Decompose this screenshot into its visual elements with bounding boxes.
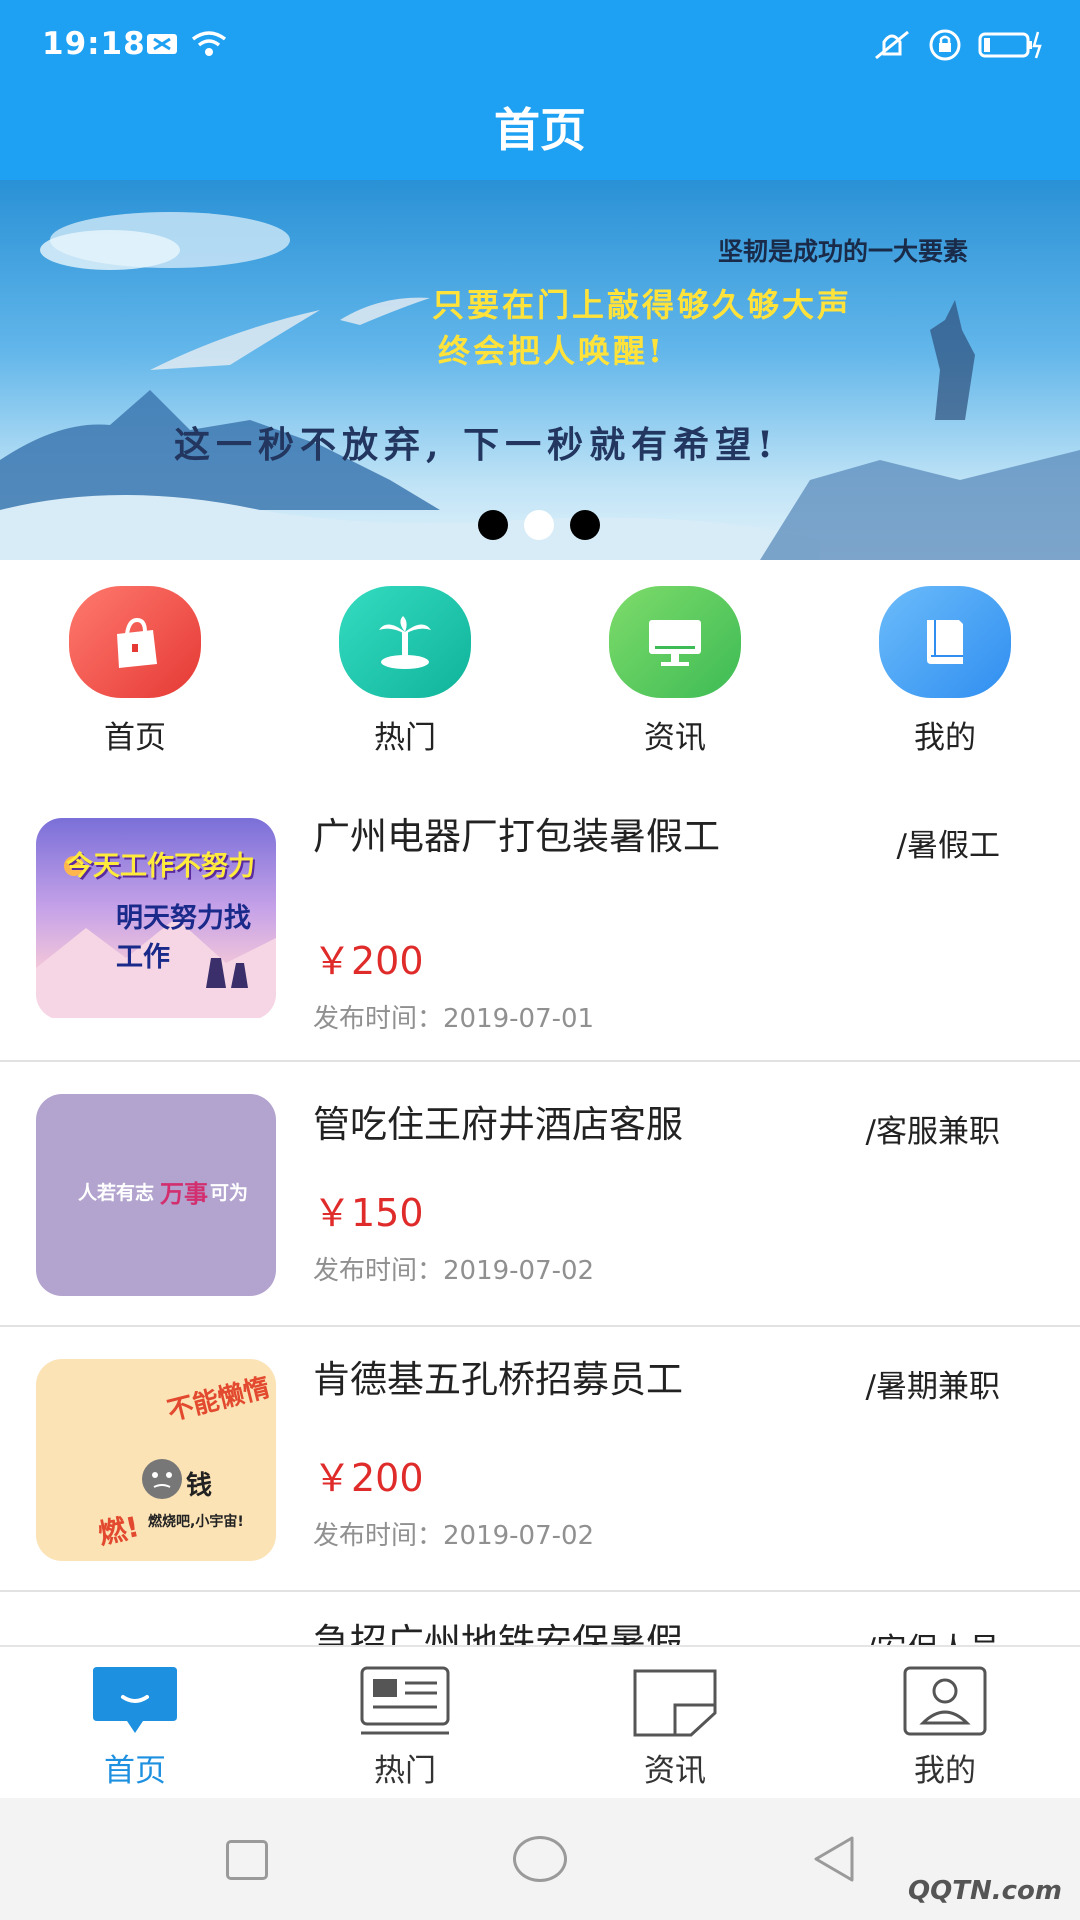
job-thumbnail: 今天工作不努力 明天努力找工作	[36, 818, 276, 1020]
thumbnail-text-1: 人若有志	[78, 1182, 155, 1204]
job-price: ￥200	[313, 939, 424, 983]
recent-apps-icon[interactable]	[226, 1840, 268, 1880]
thumbnail-text-3: 可为	[210, 1182, 249, 1204]
bottom-nav-label: 资讯	[644, 1753, 706, 1789]
silent-bell-icon	[875, 30, 909, 60]
bottom-nav-label: 我的	[914, 1753, 976, 1789]
home-circle-icon[interactable]	[513, 1836, 567, 1882]
status-left-icons	[146, 30, 228, 58]
status-time: 19:18	[42, 26, 146, 62]
bottom-nav-home[interactable]: 首页	[0, 1665, 270, 1790]
book-icon	[879, 586, 1011, 698]
bottom-nav-mine[interactable]: 我的	[810, 1665, 1080, 1790]
banner-carousel[interactable]: 坚韧是成功的一大要素 只要在门上敲得够久够大声 终会把人唤醒! 这一秒不放弃, …	[0, 180, 1080, 560]
shopping-bag-icon	[69, 586, 201, 698]
thumbnail-text-3: 燃!	[95, 1510, 143, 1551]
job-tag: /客服兼职	[865, 1114, 1000, 1150]
job-list: 今天工作不努力 明天努力找工作 广州电器厂打包装暑假工 /暑假工 ￥200 发布…	[0, 790, 1080, 1645]
job-tag: /暑期兼职	[865, 1369, 1000, 1405]
battery-charging-icon	[978, 31, 1042, 59]
monitor-icon	[609, 586, 741, 698]
thumbnail-text-2: 万事	[160, 1180, 208, 1208]
list-item[interactable]: 人若有志 万事 可为 管吃住王府井酒店客服 /客服兼职 ￥150 发布时间：20…	[0, 1062, 1080, 1327]
carousel-dot-active[interactable]	[524, 510, 554, 540]
category-label: 资讯	[644, 720, 706, 756]
job-tag: /暑假工	[896, 828, 1000, 864]
category-item-news[interactable]: 资讯	[540, 586, 810, 757]
banner-text-4: 这一秒不放弃, 下一秒就有希望!	[174, 424, 779, 466]
thumbnail-text-2: 明天努力找工作	[116, 903, 251, 973]
category-item-home[interactable]: 首页	[0, 586, 270, 757]
document-icon	[629, 1665, 721, 1737]
category-item-mine[interactable]: 我的	[810, 586, 1080, 757]
carousel-dot[interactable]	[570, 510, 600, 540]
job-title: 肯德基五孔桥招募员工	[313, 1358, 683, 1401]
job-title: 管吃住王府井酒店客服	[313, 1103, 683, 1146]
banner-text-2: 只要在门上敲得够久够大声	[432, 286, 853, 324]
palm-island-icon	[339, 586, 471, 698]
job-title: 急招广州地铁安保暑假	[313, 1621, 683, 1645]
list-item[interactable]: 今天工作不努力 明天努力找工作 广州电器厂打包装暑假工 /暑假工 ￥200 发布…	[0, 790, 1080, 1062]
job-tag: /安保人员	[866, 1624, 1000, 1645]
face-icon	[142, 1459, 182, 1499]
list-item[interactable]: 不能懒惰 钱 燃! 燃烧吧,小宇宙! 肯德基五孔桥招募员工 /暑期兼职 ￥200…	[0, 1327, 1080, 1592]
carousel-dot[interactable]	[478, 510, 508, 540]
job-price: ￥150	[313, 1191, 424, 1235]
status-bar: 19:18	[0, 0, 1080, 92]
category-item-hot[interactable]: 热门	[270, 586, 540, 757]
wifi-icon	[191, 31, 227, 56]
job-date: 发布时间：2019-07-02	[313, 1256, 595, 1286]
bottom-nav-label: 热门	[374, 1753, 436, 1789]
profile-card-icon	[899, 1665, 991, 1737]
banner-text-1: 坚韧是成功的一大要素	[717, 237, 968, 266]
page-title: 首页	[494, 103, 586, 157]
app-header: 19:18 首页	[0, 0, 1080, 180]
category-label: 我的	[914, 720, 976, 756]
mail-notification-icon	[147, 34, 177, 54]
back-triangle-icon[interactable]	[810, 1834, 860, 1884]
bottom-nav-hot[interactable]: 热门	[270, 1665, 540, 1790]
list-item[interactable]: 急招广州地铁安保暑假 /安保人员	[0, 1592, 1080, 1645]
category-grid: 首页 热门 资讯 我的	[0, 560, 1080, 760]
job-title: 广州电器厂打包装暑假工	[313, 815, 720, 858]
status-right-icons	[872, 28, 1042, 62]
job-thumbnail: 不能懒惰 钱 燃! 燃烧吧,小宇宙!	[36, 1359, 276, 1561]
job-date: 发布时间：2019-07-01	[313, 1004, 595, 1034]
category-label: 热门	[374, 720, 436, 756]
thumbnail-text-4: 燃烧吧,小宇宙!	[148, 1514, 244, 1530]
category-label: 首页	[104, 720, 166, 756]
thumbnail-text-1: 今天工作不努力	[66, 851, 255, 882]
job-date: 发布时间：2019-07-02	[313, 1521, 595, 1551]
job-price: ￥200	[313, 1456, 424, 1500]
job-thumbnail: 人若有志 万事 可为	[36, 1094, 276, 1296]
chat-bubble-icon	[89, 1665, 181, 1737]
banner-text-3: 终会把人唤醒!	[438, 332, 666, 370]
bottom-nav-label: 首页	[104, 1753, 166, 1789]
carousel-indicators	[478, 510, 600, 540]
news-card-icon	[359, 1665, 451, 1737]
bottom-navigation: 首页 热门 资讯 我的	[0, 1645, 1080, 1798]
bottom-nav-news[interactable]: 资讯	[540, 1665, 810, 1790]
lock-rotation-icon	[929, 29, 961, 61]
watermark-logo: QQTN.com	[908, 1876, 1062, 1906]
thumbnail-text-1: 不能懒惰	[164, 1372, 273, 1428]
thumbnail-text-2: 钱	[186, 1471, 213, 1501]
